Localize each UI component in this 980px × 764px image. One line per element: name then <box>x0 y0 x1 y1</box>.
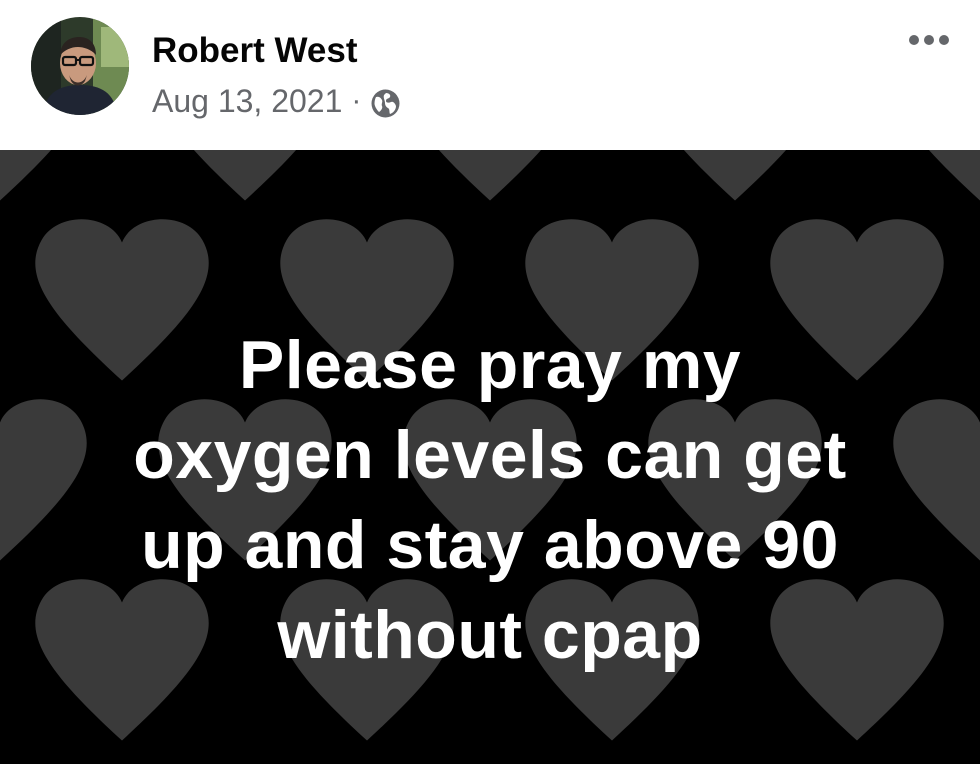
avatar[interactable] <box>31 17 129 115</box>
meta-separator: · <box>351 84 362 117</box>
globe-icon[interactable] <box>370 87 401 118</box>
post-background-image[interactable]: Please pray my oxygen levels can get up … <box>0 150 980 764</box>
post-message-line: without cpap <box>277 597 703 673</box>
post-message: Please pray my oxygen levels can get up … <box>40 320 940 680</box>
post-message-line: up and stay above 90 <box>141 507 839 583</box>
post-date[interactable]: Aug 13, 2021 <box>152 80 342 122</box>
post-message-line: oxygen levels can get <box>133 417 847 493</box>
post-meta: Aug 13, 2021 · <box>152 80 401 122</box>
post-header: Robert West Aug 13, 2021 · <box>0 0 980 150</box>
more-options-icon <box>908 33 950 51</box>
post-message-line: Please pray my <box>238 327 742 403</box>
more-options-button[interactable] <box>898 20 960 64</box>
author-name[interactable]: Robert West <box>152 30 358 72</box>
facebook-post: Robert West Aug 13, 2021 · Please pray m… <box>0 0 980 764</box>
